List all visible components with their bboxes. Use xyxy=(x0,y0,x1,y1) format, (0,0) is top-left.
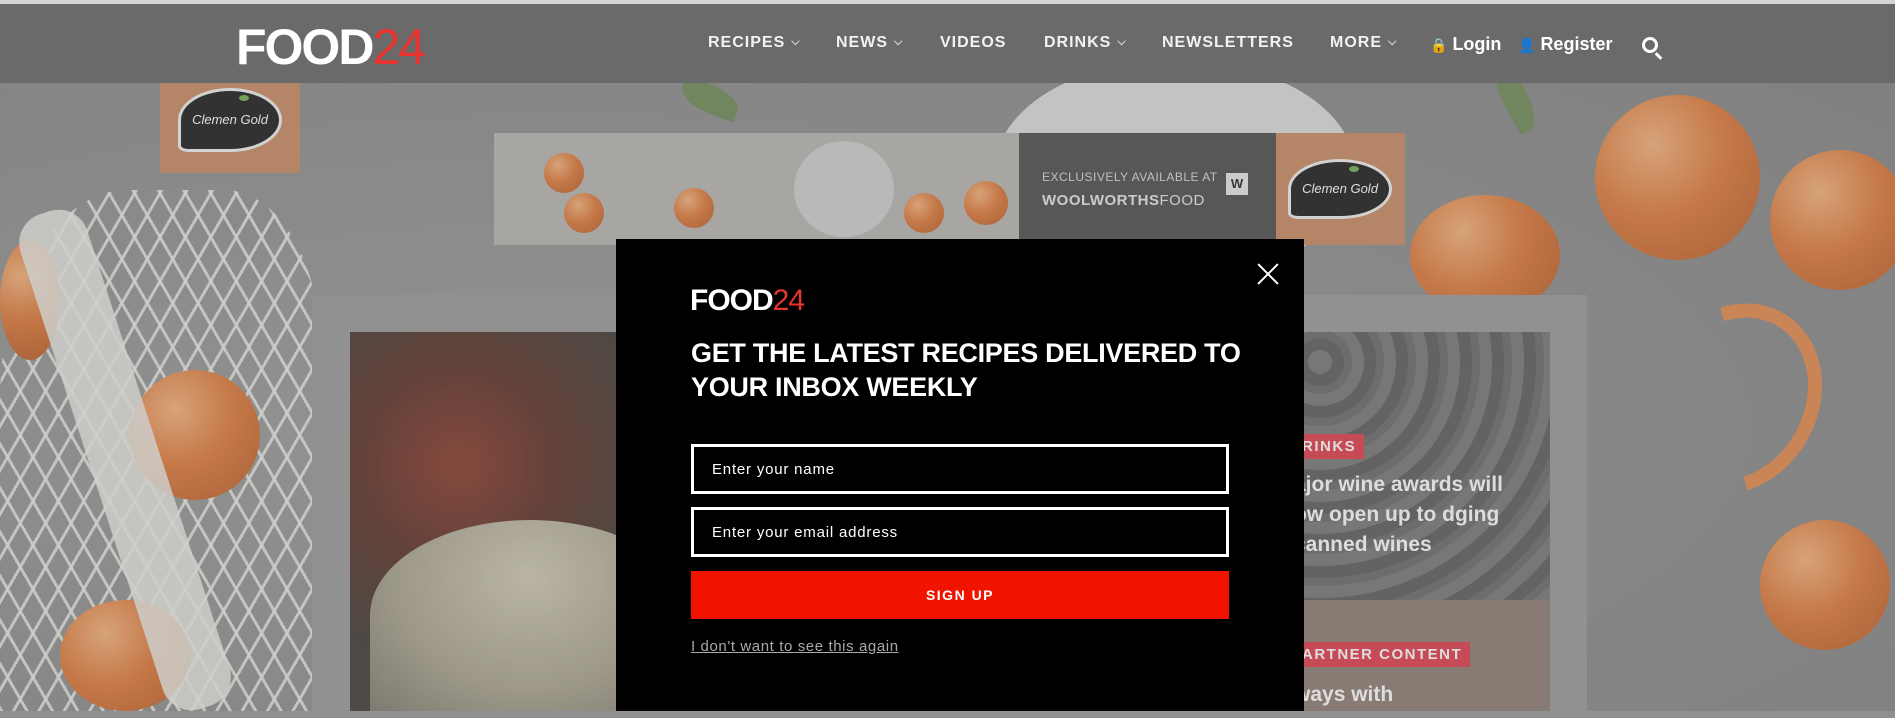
nav-label: DRINKS xyxy=(1044,34,1112,51)
nav-videos[interactable]: VIDEOS xyxy=(940,34,1006,52)
dismiss-link[interactable]: I don't want to see this again xyxy=(691,638,899,655)
logo-number: 24 xyxy=(372,19,426,75)
chevron-down-icon: ⌵ xyxy=(1388,36,1398,48)
logo-text: FOOD xyxy=(236,19,374,75)
search-icon[interactable] xyxy=(1642,37,1658,53)
nav-drinks[interactable]: DRINKS ⌵ xyxy=(1044,34,1127,52)
login-link[interactable]: 🔒 Login xyxy=(1430,34,1501,55)
nav-label: NEWSLETTERS xyxy=(1162,34,1294,51)
modal-logo: FOOD24 xyxy=(690,284,805,318)
chevron-down-icon: ⌵ xyxy=(894,36,904,48)
logo-text: FOOD xyxy=(690,284,774,317)
name-input[interactable] xyxy=(691,444,1229,494)
sign-up-button[interactable]: SIGN UP xyxy=(691,571,1229,619)
top-navigation-bar: FOOD24 RECIPES ⌵ NEWS ⌵ VIDEOS DRINKS ⌵ NEW… xyxy=(0,0,1895,83)
nav-news[interactable]: NEWS ⌵ xyxy=(836,34,903,52)
close-icon[interactable] xyxy=(1256,262,1280,286)
lock-icon: 🔒 xyxy=(1430,37,1448,53)
user-icon: 👤 xyxy=(1518,37,1536,53)
nav-recipes[interactable]: RECIPES ⌵ xyxy=(708,34,801,52)
chevron-down-icon: ⌵ xyxy=(1117,36,1127,48)
login-label: Login xyxy=(1452,34,1502,54)
nav-more[interactable]: MORE ⌵ xyxy=(1330,34,1397,52)
nav-newsletters[interactable]: NEWSLETTERS xyxy=(1162,34,1294,52)
nav-label: RECIPES xyxy=(708,34,786,51)
email-input[interactable] xyxy=(691,507,1229,557)
chevron-down-icon: ⌵ xyxy=(791,36,801,48)
site-logo[interactable]: FOOD24 xyxy=(236,22,426,72)
modal-heading: GET THE LATEST RECIPES DELIVERED TO YOUR… xyxy=(691,338,1241,402)
logo-number: 24 xyxy=(772,284,805,317)
nav-label: MORE xyxy=(1330,34,1382,51)
register-label: Register xyxy=(1540,34,1613,54)
register-link[interactable]: 👤 Register xyxy=(1518,34,1612,55)
nav-label: NEWS xyxy=(836,34,888,51)
nav-label: VIDEOS xyxy=(940,34,1007,51)
